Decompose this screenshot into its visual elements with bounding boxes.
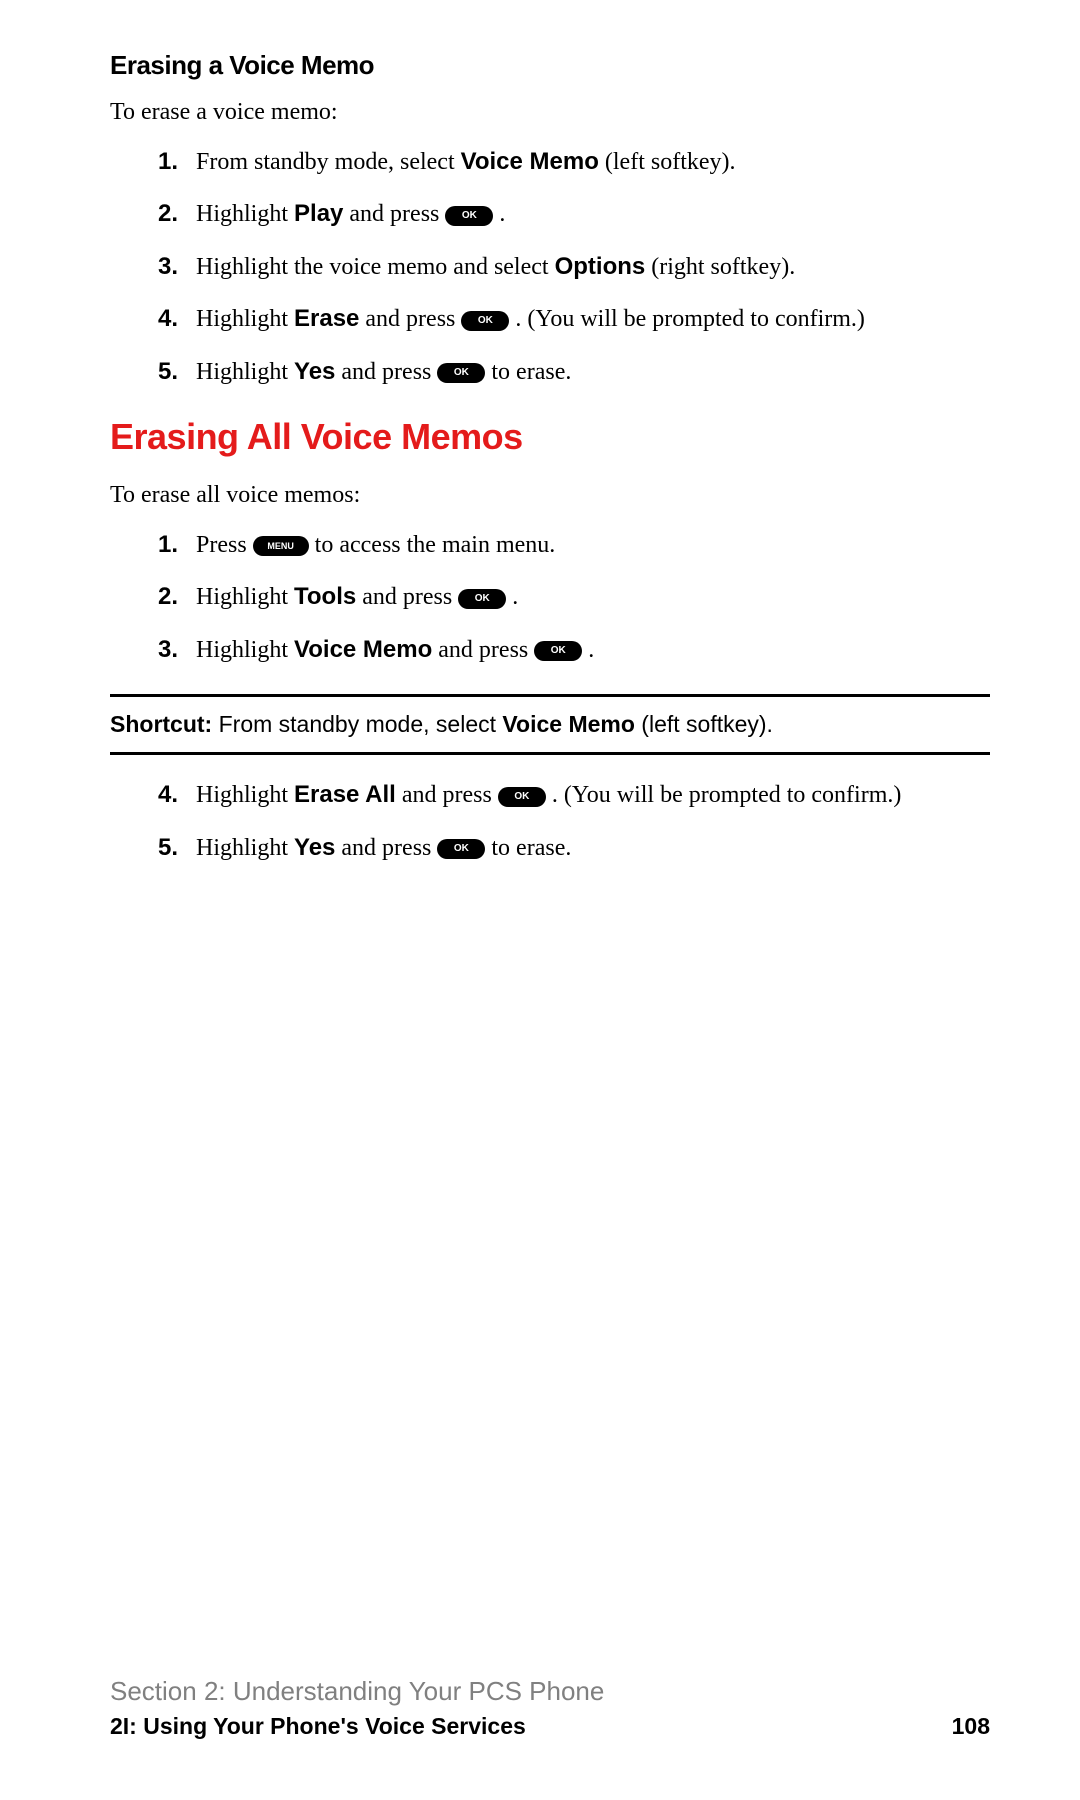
step-text: From standby mode, select — [196, 149, 461, 175]
step-bold: Voice Memo — [294, 636, 432, 663]
shortcut-bold: Voice Memo — [502, 711, 635, 737]
step-text: and press — [359, 306, 461, 332]
step-text: Highlight — [196, 835, 294, 861]
step-text: . (You will be prompted to confirm.) — [509, 306, 865, 332]
step-item: 5. Highlight Yes and press OK to erase. — [158, 832, 990, 864]
step-text: . — [582, 637, 594, 663]
menu-button-icon: MENU — [253, 536, 309, 556]
step-item: 2. Highlight Tools and press OK . — [158, 581, 990, 613]
step-bold: Yes — [294, 834, 335, 861]
shortcut-post: (left softkey). — [635, 711, 773, 737]
shortcut-label: Shortcut: — [110, 711, 212, 737]
step-text: and press — [335, 359, 437, 385]
step-text: Highlight — [196, 584, 294, 610]
manual-page: Erasing a Voice Memo To erase a voice me… — [0, 0, 1080, 1800]
step-number: 5. — [158, 832, 178, 864]
intro-text-2: To erase all voice memos: — [110, 482, 990, 509]
step-item: 5. Highlight Yes and press OK to erase. — [158, 356, 990, 388]
step-bold: Erase — [294, 305, 359, 332]
step-item: 3. Highlight the voice memo and select Op… — [158, 251, 990, 283]
step-number: 2. — [158, 198, 178, 230]
step-bold: Tools — [294, 583, 356, 610]
step-text: and press — [335, 835, 437, 861]
step-text: . — [493, 201, 505, 227]
page-footer: Section 2: Understanding Your PCS Phone … — [110, 1676, 990, 1740]
step-text: Highlight — [196, 359, 294, 385]
step-text: to access the main menu. — [309, 532, 556, 558]
step-item: 3. Highlight Voice Memo and press OK . — [158, 634, 990, 666]
step-item: 4. Highlight Erase All and press OK . (Yo… — [158, 779, 990, 811]
ok-button-icon: OK — [498, 787, 546, 807]
step-text: and press — [343, 201, 445, 227]
step-text: Highlight — [196, 201, 294, 227]
step-number: 2. — [158, 581, 178, 613]
intro-text: To erase a voice memo: — [110, 99, 990, 126]
step-item: 2. Highlight Play and press OK . — [158, 198, 990, 230]
step-number: 4. — [158, 779, 178, 811]
step-item: 1. From standby mode, select Voice Memo (… — [158, 146, 990, 178]
ok-button-icon: OK — [437, 839, 485, 859]
step-text: Highlight the voice memo and select — [196, 254, 555, 280]
step-bold: Yes — [294, 358, 335, 385]
step-text: (right softkey). — [645, 254, 795, 280]
step-text: (left softkey). — [599, 149, 736, 175]
step-bold: Voice Memo — [461, 148, 599, 175]
step-text: and press — [432, 637, 534, 663]
steps-list-2a: 1. Press MENU to access the main menu. 2. H… — [158, 529, 990, 666]
page-number: 108 — [952, 1713, 990, 1740]
step-text: and press — [356, 584, 458, 610]
ok-button-icon: OK — [458, 589, 506, 609]
shortcut-box: Shortcut: From standby mode, select Voic… — [110, 694, 990, 755]
step-text: Highlight — [196, 637, 294, 663]
step-text: to erase. — [485, 835, 571, 861]
step-bold: Erase All — [294, 781, 396, 808]
subheading-erase-memo: Erasing a Voice Memo — [110, 50, 990, 81]
footer-chapter: 2I: Using Your Phone's Voice Services — [110, 1713, 526, 1740]
step-bold: Options — [555, 253, 646, 280]
step-text: . (You will be prompted to confirm.) — [546, 782, 902, 808]
step-number: 3. — [158, 251, 178, 283]
step-text: . — [506, 584, 518, 610]
step-bold: Play — [294, 200, 343, 227]
ok-button-icon: OK — [437, 363, 485, 383]
step-text: Highlight — [196, 306, 294, 332]
heading-erase-all: Erasing All Voice Memos — [110, 416, 990, 458]
ok-button-icon: OK — [534, 641, 582, 661]
steps-list-2b: 4. Highlight Erase All and press OK . (Yo… — [158, 779, 990, 864]
shortcut-pre: From standby mode, select — [212, 711, 502, 737]
step-text: Highlight — [196, 782, 294, 808]
step-item: 1. Press MENU to access the main menu. — [158, 529, 990, 561]
step-text: Press — [196, 532, 253, 558]
step-number: 5. — [158, 356, 178, 388]
ok-button-icon: OK — [445, 206, 493, 226]
step-number: 1. — [158, 146, 178, 178]
step-text: to erase. — [485, 359, 571, 385]
steps-list-1: 1. From standby mode, select Voice Memo (… — [158, 146, 990, 388]
step-number: 4. — [158, 303, 178, 335]
step-item: 4. Highlight Erase and press OK . (You wi… — [158, 303, 990, 335]
ok-button-icon: OK — [461, 311, 509, 331]
step-number: 3. — [158, 634, 178, 666]
footer-section: Section 2: Understanding Your PCS Phone — [110, 1676, 990, 1707]
step-number: 1. — [158, 529, 178, 561]
step-text: and press — [396, 782, 498, 808]
